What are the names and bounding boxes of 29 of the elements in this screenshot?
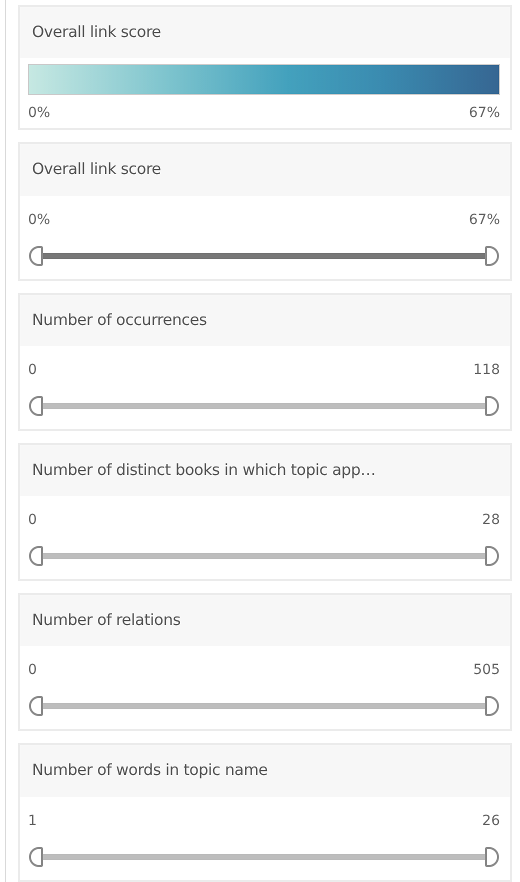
slider-handle[interactable] [485, 246, 499, 266]
range-min-label: 0% [28, 210, 50, 230]
slider-handle[interactable] [485, 846, 499, 866]
slider-handle[interactable] [29, 696, 43, 716]
filter-title: Number of words in topic name [20, 745, 510, 796]
filter-title: Number of occurrences [20, 294, 510, 346]
range-slider[interactable] [28, 543, 500, 569]
slider-handle[interactable] [29, 246, 43, 266]
range-min-label: 0 [28, 511, 37, 530]
slider-handle[interactable] [29, 846, 43, 866]
range-min-label: 1 [28, 812, 37, 830]
range-max-label: 505 [473, 661, 500, 680]
range-min-label: 0 [28, 661, 37, 680]
slider-handle[interactable] [485, 546, 499, 566]
range-max-label: 28 [482, 511, 500, 530]
filter-title: Overall link score [20, 7, 510, 58]
filter-title: Overall link score [20, 144, 510, 196]
filter-title: Number of relations [20, 595, 510, 646]
scale-max-label: 67% [468, 104, 500, 124]
range-max-label: 67% [468, 210, 500, 230]
range-min-label: 0 [28, 360, 37, 380]
slider-handle[interactable] [485, 696, 499, 716]
range-max-label: 118 [473, 360, 500, 380]
filter-title: Number of distinct books in which topic app… [20, 444, 510, 496]
slider-handle[interactable] [485, 396, 499, 416]
range-max-label: 26 [482, 812, 500, 830]
scale-min-label: 0% [28, 104, 50, 124]
slider-handle[interactable] [29, 546, 43, 566]
slider-handle[interactable] [29, 396, 43, 416]
